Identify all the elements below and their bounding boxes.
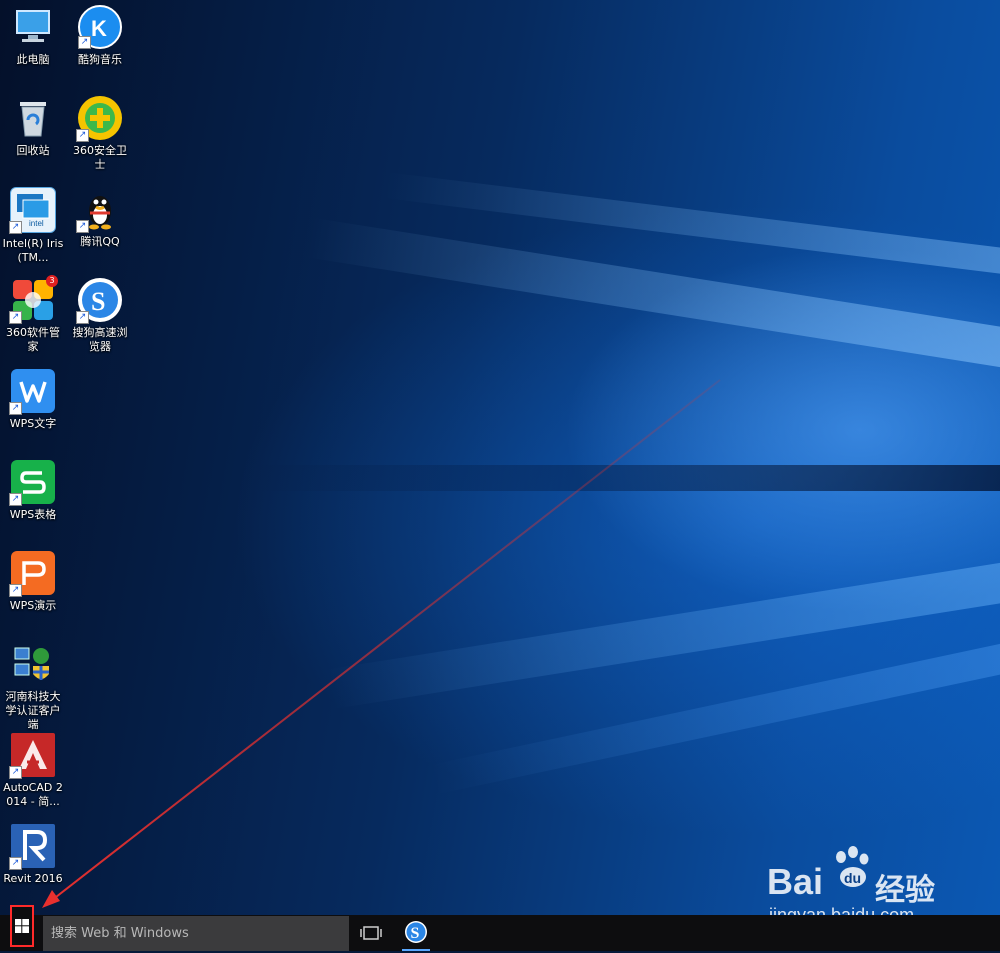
svg-text:K: K xyxy=(91,16,107,41)
wps-presentation-icon: ↗ xyxy=(9,551,55,597)
icon-label: Revit 2016 xyxy=(3,872,63,885)
icon-label: 搜狗高速浏览器 xyxy=(72,326,128,353)
recycle-bin-icon xyxy=(11,96,55,140)
autocad-icon: ↗ xyxy=(9,733,55,779)
icon-label: WPS文字 xyxy=(9,417,57,430)
wps-writer-icon: ↗ xyxy=(9,369,55,415)
windows-logo-icon xyxy=(15,919,29,933)
wallpaper-beam xyxy=(250,465,1000,491)
shortcut-arrow-icon: ↗ xyxy=(9,221,22,234)
desktop-icon-wps-presentation[interactable]: ↗ WPS演示 xyxy=(1,548,65,613)
baidu-jingyan-watermark: Bai du 经验 jingyan.baidu.com xyxy=(765,845,985,915)
svg-text:intel: intel xyxy=(29,219,44,228)
icon-label: 河南科技大学认证客户端 xyxy=(5,690,61,731)
task-view-icon[interactable] xyxy=(360,925,382,941)
desktop-icon-intel-graphics[interactable]: intel ↗ Intel(R) Iris(TM... xyxy=(1,184,65,265)
shortcut-arrow-icon: ↗ xyxy=(78,36,91,49)
desktop-wallpaper: 此电脑 回收站 intel ↗ Intel(R) Iris(TM... 3 ↗ … xyxy=(0,0,1000,915)
icon-label: Intel(R) Iris(TM... xyxy=(2,237,64,264)
shortcut-arrow-icon: ↗ xyxy=(9,311,22,324)
desktop-icon-this-pc[interactable]: 此电脑 xyxy=(1,2,65,67)
shortcut-arrow-icon: ↗ xyxy=(76,220,89,233)
icon-label: 此电脑 xyxy=(16,53,50,66)
sogou-browser-icon: S ↗ xyxy=(76,278,122,324)
taskbar-app-sogou-browser[interactable]: S xyxy=(398,915,434,951)
icon-label: 回收站 xyxy=(16,144,50,157)
svg-text:du: du xyxy=(844,870,861,886)
shortcut-arrow-icon: ↗ xyxy=(9,584,22,597)
intel-graphics-icon: intel ↗ xyxy=(9,187,56,234)
baidu-paw-icon: du xyxy=(836,846,869,887)
desktop-icon-kugou[interactable]: K ↗ 酷狗音乐 xyxy=(68,2,132,67)
taskbar: 搜索 Web 和 Windows S xyxy=(0,915,1000,951)
shortcut-arrow-icon: ↗ xyxy=(76,129,89,142)
icon-label: WPS表格 xyxy=(9,508,57,521)
network-auth-client-icon xyxy=(11,642,55,686)
desktop-icon-autocad[interactable]: ↗ AutoCAD 2014 - 简... xyxy=(1,730,65,809)
qq-penguin-icon: ↗ xyxy=(76,187,122,233)
start-button[interactable] xyxy=(10,905,34,947)
svg-text:S: S xyxy=(91,287,105,316)
icon-label: 腾讯QQ xyxy=(80,235,120,248)
sogou-browser-icon: S xyxy=(405,921,427,943)
desktop-icon-recycle-bin[interactable]: 回收站 xyxy=(1,93,65,158)
desktop-icon-sogou-browser[interactable]: S ↗ 搜狗高速浏览器 xyxy=(68,275,132,354)
icon-label: 360软件管家 xyxy=(6,326,60,353)
kugou-icon: K ↗ xyxy=(78,5,122,49)
search-input[interactable]: 搜索 Web 和 Windows xyxy=(43,916,349,951)
icon-label: WPS演示 xyxy=(9,599,57,612)
icon-label: 酷狗音乐 xyxy=(78,53,122,66)
watermark-brand: Bai xyxy=(767,861,824,902)
computer-icon xyxy=(11,5,55,49)
shortcut-arrow-icon: ↗ xyxy=(9,493,22,506)
shortcut-arrow-icon: ↗ xyxy=(9,857,22,870)
360-software-manager-icon: 3 ↗ xyxy=(9,275,58,324)
watermark-brand-cn: 经验 xyxy=(875,873,935,908)
desktop-icon-network-auth-client[interactable]: 河南科技大学认证客户端 xyxy=(1,639,65,732)
svg-text:S: S xyxy=(411,925,420,942)
wps-spreadsheet-icon: ↗ xyxy=(9,460,55,506)
notification-badge: 3 xyxy=(46,275,58,287)
desktop-icon-wps-spreadsheet[interactable]: ↗ WPS表格 xyxy=(1,457,65,522)
search-placeholder: 搜索 Web 和 Windows xyxy=(51,926,189,941)
icon-label: AutoCAD 2014 - 简... xyxy=(3,781,63,808)
shortcut-arrow-icon: ↗ xyxy=(9,402,22,415)
360-safe-icon: ↗ xyxy=(76,96,122,142)
icon-label: 360安全卫士 xyxy=(73,144,127,171)
desktop-icon-qq[interactable]: ↗ 腾讯QQ xyxy=(68,184,132,249)
shortcut-arrow-icon: ↗ xyxy=(9,766,22,779)
desktop-icon-360-software-manager[interactable]: 3 ↗ 360软件管家 xyxy=(1,275,65,354)
desktop-icon-wps-writer[interactable]: ↗ WPS文字 xyxy=(1,366,65,431)
desktop-icon-360-safe[interactable]: ↗ 360安全卫士 xyxy=(68,93,132,172)
shortcut-arrow-icon: ↗ xyxy=(76,311,89,324)
desktop-icon-revit[interactable]: ↗ Revit 2016 xyxy=(1,821,65,886)
watermark-url: jingyan.baidu.com xyxy=(769,905,915,915)
revit-icon: ↗ xyxy=(9,824,55,870)
